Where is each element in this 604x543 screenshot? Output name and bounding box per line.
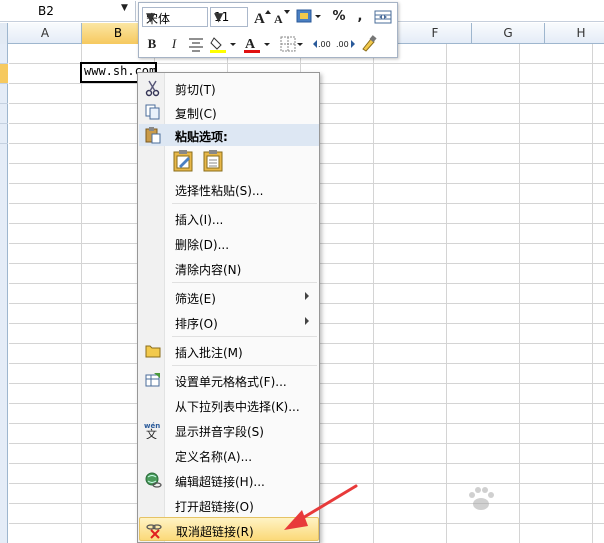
comment-icon — [144, 342, 162, 360]
menu-separator — [172, 365, 317, 366]
menu-item-label: 定义名称(A)... — [175, 450, 253, 464]
column-header-h[interactable]: H — [545, 23, 604, 44]
paste-icon — [144, 126, 162, 144]
menu-item-clear-contents[interactable]: 清除内容(N) — [139, 256, 319, 280]
percent-style-button[interactable]: % — [331, 7, 347, 27]
menu-item-label: 从下拉列表中选择(K)... — [175, 400, 300, 414]
font-color-icon[interactable]: A — [243, 34, 273, 54]
submenu-arrow-icon — [305, 292, 309, 300]
menu-separator — [172, 282, 317, 283]
menu-item-paste-special[interactable]: 选择性粘贴(S)... — [139, 177, 319, 201]
name-box-value: B2 — [38, 4, 54, 18]
menu-item-label: 打开超链接(O) — [175, 500, 254, 514]
comma-style-button[interactable]: , — [353, 7, 367, 27]
menu-item-cut[interactable]: 剪切(T) — [139, 76, 319, 100]
menu-item-label: 删除(D)... — [175, 238, 230, 252]
column-header-g[interactable]: G — [472, 23, 545, 44]
menu-item-sort[interactable]: 排序(O) — [139, 310, 319, 334]
svg-text:A: A — [254, 11, 265, 27]
row-header-selected[interactable] — [0, 64, 8, 84]
annotation-arrow-icon — [284, 484, 358, 530]
increase-font-icon[interactable]: A — [253, 7, 271, 27]
menu-item-copy[interactable]: 复制(C) — [139, 100, 319, 124]
chevron-down-icon: ▼ — [146, 10, 156, 24]
svg-text:A: A — [274, 12, 283, 26]
menu-item-label: 筛选(E) — [175, 292, 216, 306]
mini-toolbar: 宋体 ▼ 11 ▼ A A % , B I A .00 .00 — [138, 2, 398, 58]
paste-options-label: 粘贴选项: — [175, 130, 228, 144]
menu-item-label: 取消超链接(R) — [176, 525, 254, 539]
increase-decimal-icon[interactable]: .00 — [311, 34, 333, 54]
svg-text:.00: .00 — [318, 40, 331, 49]
column-header-a[interactable]: A — [9, 23, 82, 44]
paw-icon — [469, 487, 494, 510]
accounting-format-icon[interactable] — [295, 7, 323, 27]
fill-color-icon[interactable] — [209, 34, 239, 54]
menu-separator — [172, 203, 317, 204]
format-cells-icon — [144, 371, 162, 389]
paste-options-heading: 粘贴选项: — [139, 124, 319, 146]
row-header[interactable] — [0, 104, 8, 124]
menu-item-label: 剪切(T) — [175, 83, 216, 97]
menu-item-insert[interactable]: 插入(I)... — [139, 206, 319, 230]
column-header-f[interactable]: F — [399, 23, 472, 44]
menu-item-insert-comment[interactable]: 插入批注(M) — [139, 339, 319, 363]
svg-text:A: A — [245, 37, 256, 52]
edit-hyperlink-icon — [144, 471, 162, 489]
menu-item-label: 插入批注(M) — [175, 346, 243, 360]
menu-item-label: 显示拼音字段(S) — [175, 425, 264, 439]
font-name-select[interactable]: 宋体 ▼ — [142, 7, 208, 27]
menu-item-label: 清除内容(N) — [175, 263, 242, 277]
menu-item-delete[interactable]: 删除(D)... — [139, 231, 319, 255]
menu-item-filter[interactable]: 筛选(E) — [139, 285, 319, 309]
name-box-dropdown-icon[interactable]: ▼ — [121, 3, 128, 13]
copy-icon — [144, 103, 162, 121]
row-header-column — [0, 44, 8, 543]
menu-item-define-name[interactable]: 定义名称(A)... — [139, 443, 319, 467]
name-box[interactable]: B2 ▼ — [0, 1, 136, 21]
format-painter-icon[interactable] — [359, 34, 379, 54]
merge-center-icon[interactable] — [373, 7, 393, 27]
borders-icon[interactable] — [279, 34, 305, 54]
decrease-font-icon[interactable]: A — [273, 7, 291, 27]
menu-item-label: 排序(O) — [175, 317, 218, 331]
menu-item-label: 选择性粘贴(S)... — [175, 184, 264, 198]
paste-values-icon[interactable] — [202, 149, 226, 173]
menu-item-label: 插入(I)... — [175, 213, 224, 227]
context-menu: 剪切(T) 复制(C) 粘贴选项: 选择性粘贴(S)... 插入(I)... 删… — [137, 72, 320, 543]
menu-item-show-phonetic[interactable]: wén 文 显示拼音字段(S) — [139, 418, 319, 442]
menu-item-pick-from-list[interactable]: 从下拉列表中选择(K)... — [139, 393, 319, 417]
menu-separator — [172, 336, 317, 337]
align-center-icon[interactable] — [187, 34, 205, 54]
row-header[interactable] — [0, 124, 8, 144]
decrease-decimal-icon[interactable]: .00 — [335, 34, 357, 54]
font-size-select[interactable]: 11 ▼ — [210, 7, 248, 27]
paste-formatting-icon[interactable] — [172, 149, 196, 173]
menu-item-label: 设置单元格格式(F)... — [175, 375, 287, 389]
menu-item-label: 编辑超链接(H)... — [175, 475, 265, 489]
svg-text:.00: .00 — [336, 40, 349, 49]
bold-button[interactable]: B — [145, 34, 159, 54]
submenu-arrow-icon — [305, 317, 309, 325]
watermark-logo — [466, 480, 598, 538]
scissors-icon — [144, 79, 162, 97]
row-header[interactable] — [0, 44, 8, 64]
row-header[interactable] — [0, 84, 8, 104]
select-all-corner[interactable] — [0, 23, 8, 44]
chevron-down-icon: ▼ — [214, 10, 224, 24]
menu-item-format-cells[interactable]: 设置单元格格式(F)... — [139, 368, 319, 392]
menu-item-label: 复制(C) — [175, 107, 217, 121]
svg-text:文: 文 — [146, 427, 157, 439]
remove-hyperlink-icon — [145, 521, 163, 539]
phonetic-icon: wén 文 — [144, 421, 162, 441]
paste-options-group — [172, 149, 232, 175]
italic-button[interactable]: I — [167, 34, 181, 54]
